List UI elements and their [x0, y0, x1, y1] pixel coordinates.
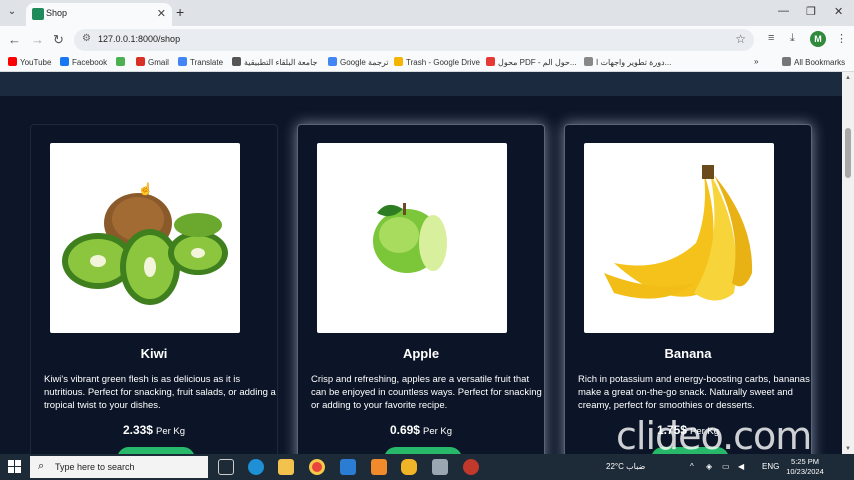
clock-time: 5:25 PM	[791, 457, 819, 466]
weather-temp: 22°C	[606, 462, 624, 471]
back-icon[interactable]: ←	[8, 32, 21, 47]
profile-avatar[interactable]: M	[810, 31, 826, 47]
product-card-banana: Banana Rich in potassium and energy-boos…	[564, 124, 812, 454]
volume-icon[interactable]: ◀	[738, 462, 744, 471]
shop-page: Kiwi Kiwi's vibrant green flesh is as de…	[0, 96, 842, 454]
xampp-icon[interactable]	[371, 459, 387, 475]
menu-icon[interactable]: ⋮	[836, 32, 847, 45]
product-price: 0.69$ Per Kg	[389, 423, 453, 437]
bookmark-pdf[interactable]: محول PDF - حول الم...	[486, 57, 577, 67]
search-placeholder: Type here to search	[55, 462, 135, 472]
reading-list-icon[interactable]: ≡	[768, 32, 774, 44]
product-name: Kiwi	[140, 346, 168, 361]
bookmarks-bar: YouTube Facebook Gmail Translate جامعة ا…	[0, 54, 854, 72]
product-description: Rich in potassium and energy-boosting ca…	[578, 374, 810, 411]
address-bar[interactable]: ⚙ 127.0.0.1:8000/shop ☆	[74, 29, 754, 51]
pdf-icon	[486, 57, 495, 66]
tab-shop[interactable]: Shop ✕	[26, 3, 172, 26]
youtube-icon	[8, 57, 17, 66]
scroll-down-icon[interactable]: ▼	[845, 446, 851, 452]
bookmark-star-icon[interactable]: ☆	[735, 32, 746, 46]
windows-start-icon[interactable]	[8, 460, 21, 473]
weather-text: ضباب	[626, 462, 646, 471]
battery-icon[interactable]: ▭	[722, 462, 730, 471]
search-icon: ⌕	[38, 460, 45, 472]
toolbar: ← → ↻ ⚙ 127.0.0.1:8000/shop ☆ ≡ ⤓ M ⋮	[0, 26, 854, 54]
apple-image	[317, 143, 507, 333]
app-icon[interactable]	[401, 459, 417, 475]
app-icon	[116, 57, 125, 66]
recorder-icon[interactable]	[463, 459, 479, 475]
add-to-cart-button[interactable]	[117, 447, 195, 454]
edge-icon[interactable]	[248, 459, 264, 475]
task-view-icon[interactable]	[218, 459, 234, 475]
university-icon	[232, 57, 241, 66]
site-header	[0, 72, 842, 96]
add-to-cart-button[interactable]	[384, 447, 462, 454]
translate-icon	[178, 57, 187, 66]
product-name: Banana	[664, 346, 712, 361]
bookmarks-overflow-icon[interactable]: »	[754, 57, 758, 66]
tab-close-icon[interactable]: ✕	[157, 7, 166, 20]
url-text: 127.0.0.1:8000/shop	[98, 34, 181, 44]
bookmark-google-translate[interactable]: Google ترجمة	[328, 57, 389, 67]
drive-icon	[394, 57, 403, 66]
bookmark-app[interactable]	[116, 57, 128, 67]
restore-icon[interactable]: ❐	[806, 5, 816, 18]
site-info-icon[interactable]: ⚙	[82, 33, 91, 44]
network-icon[interactable]: ◈	[706, 462, 712, 471]
tab-strip: ⌄ Shop ✕ + — ❐ ✕	[0, 0, 854, 26]
tab-favicon-icon	[32, 8, 44, 20]
taskbar: ⌕ Type here to search 22°C ضباب ^ ◈ ▭ ◀ …	[0, 454, 854, 480]
taskbar-search[interactable]: ⌕ Type here to search	[30, 456, 208, 478]
tab-search-icon[interactable]: ⌄	[4, 4, 20, 20]
scroll-up-icon[interactable]: ▲	[845, 75, 851, 81]
banana-image	[584, 143, 774, 333]
minimize-icon[interactable]: —	[778, 5, 789, 17]
product-name: Apple	[402, 346, 440, 361]
close-window-icon[interactable]: ✕	[834, 5, 843, 18]
product-card-kiwi: Kiwi Kiwi's vibrant green flesh is as de…	[30, 124, 278, 454]
kiwi-image	[50, 143, 240, 333]
bookmark-youtube[interactable]: YouTube	[8, 57, 51, 67]
bookmark-course[interactable]: دورة تطوير واجهات ا...	[584, 57, 671, 67]
course-icon	[584, 57, 593, 66]
app-window-icon[interactable]	[432, 459, 448, 475]
tab-title: Shop	[46, 8, 68, 18]
watermark: clideo.com	[616, 414, 812, 458]
vscode-icon[interactable]	[340, 459, 356, 475]
bookmark-university[interactable]: جامعة البلقاء التطبيقية	[232, 57, 317, 67]
all-bookmarks[interactable]: All Bookmarks	[782, 57, 845, 67]
clock[interactable]: 5:25 PM 10/23/2024	[780, 457, 830, 477]
download-icon[interactable]: ⤓	[790, 32, 795, 45]
product-description: Kiwi's vibrant green flesh is as delicio…	[44, 374, 276, 411]
translate-icon	[328, 57, 337, 66]
reload-icon[interactable]: ↻	[53, 32, 64, 48]
folder-icon	[782, 57, 791, 66]
file-explorer-icon[interactable]	[278, 459, 294, 475]
bookmark-gmail[interactable]: Gmail	[136, 57, 169, 67]
clock-date: 10/23/2024	[786, 467, 824, 476]
product-description: Crisp and refreshing, apples are a versa…	[311, 374, 542, 411]
mouse-cursor-icon: ☝	[138, 182, 153, 196]
bookmark-facebook[interactable]: Facebook	[60, 57, 107, 67]
chrome-icon[interactable]	[309, 459, 325, 475]
facebook-icon	[60, 57, 69, 66]
weather-widget[interactable]: 22°C ضباب	[606, 462, 645, 471]
language-indicator[interactable]: ENG	[762, 462, 779, 471]
product-card-apple: Apple Crisp and refreshing, apples are a…	[297, 124, 545, 454]
scrollbar-thumb[interactable]	[845, 128, 851, 178]
forward-icon[interactable]: →	[31, 32, 44, 47]
bookmark-translate[interactable]: Translate	[178, 57, 223, 67]
gmail-icon	[136, 57, 145, 66]
new-tab-icon[interactable]: +	[176, 4, 184, 20]
tray-chevron-icon[interactable]: ^	[690, 462, 694, 471]
product-price: 2.33$ Per Kg	[122, 423, 186, 437]
bookmark-drive-trash[interactable]: Trash - Google Drive	[394, 57, 480, 67]
